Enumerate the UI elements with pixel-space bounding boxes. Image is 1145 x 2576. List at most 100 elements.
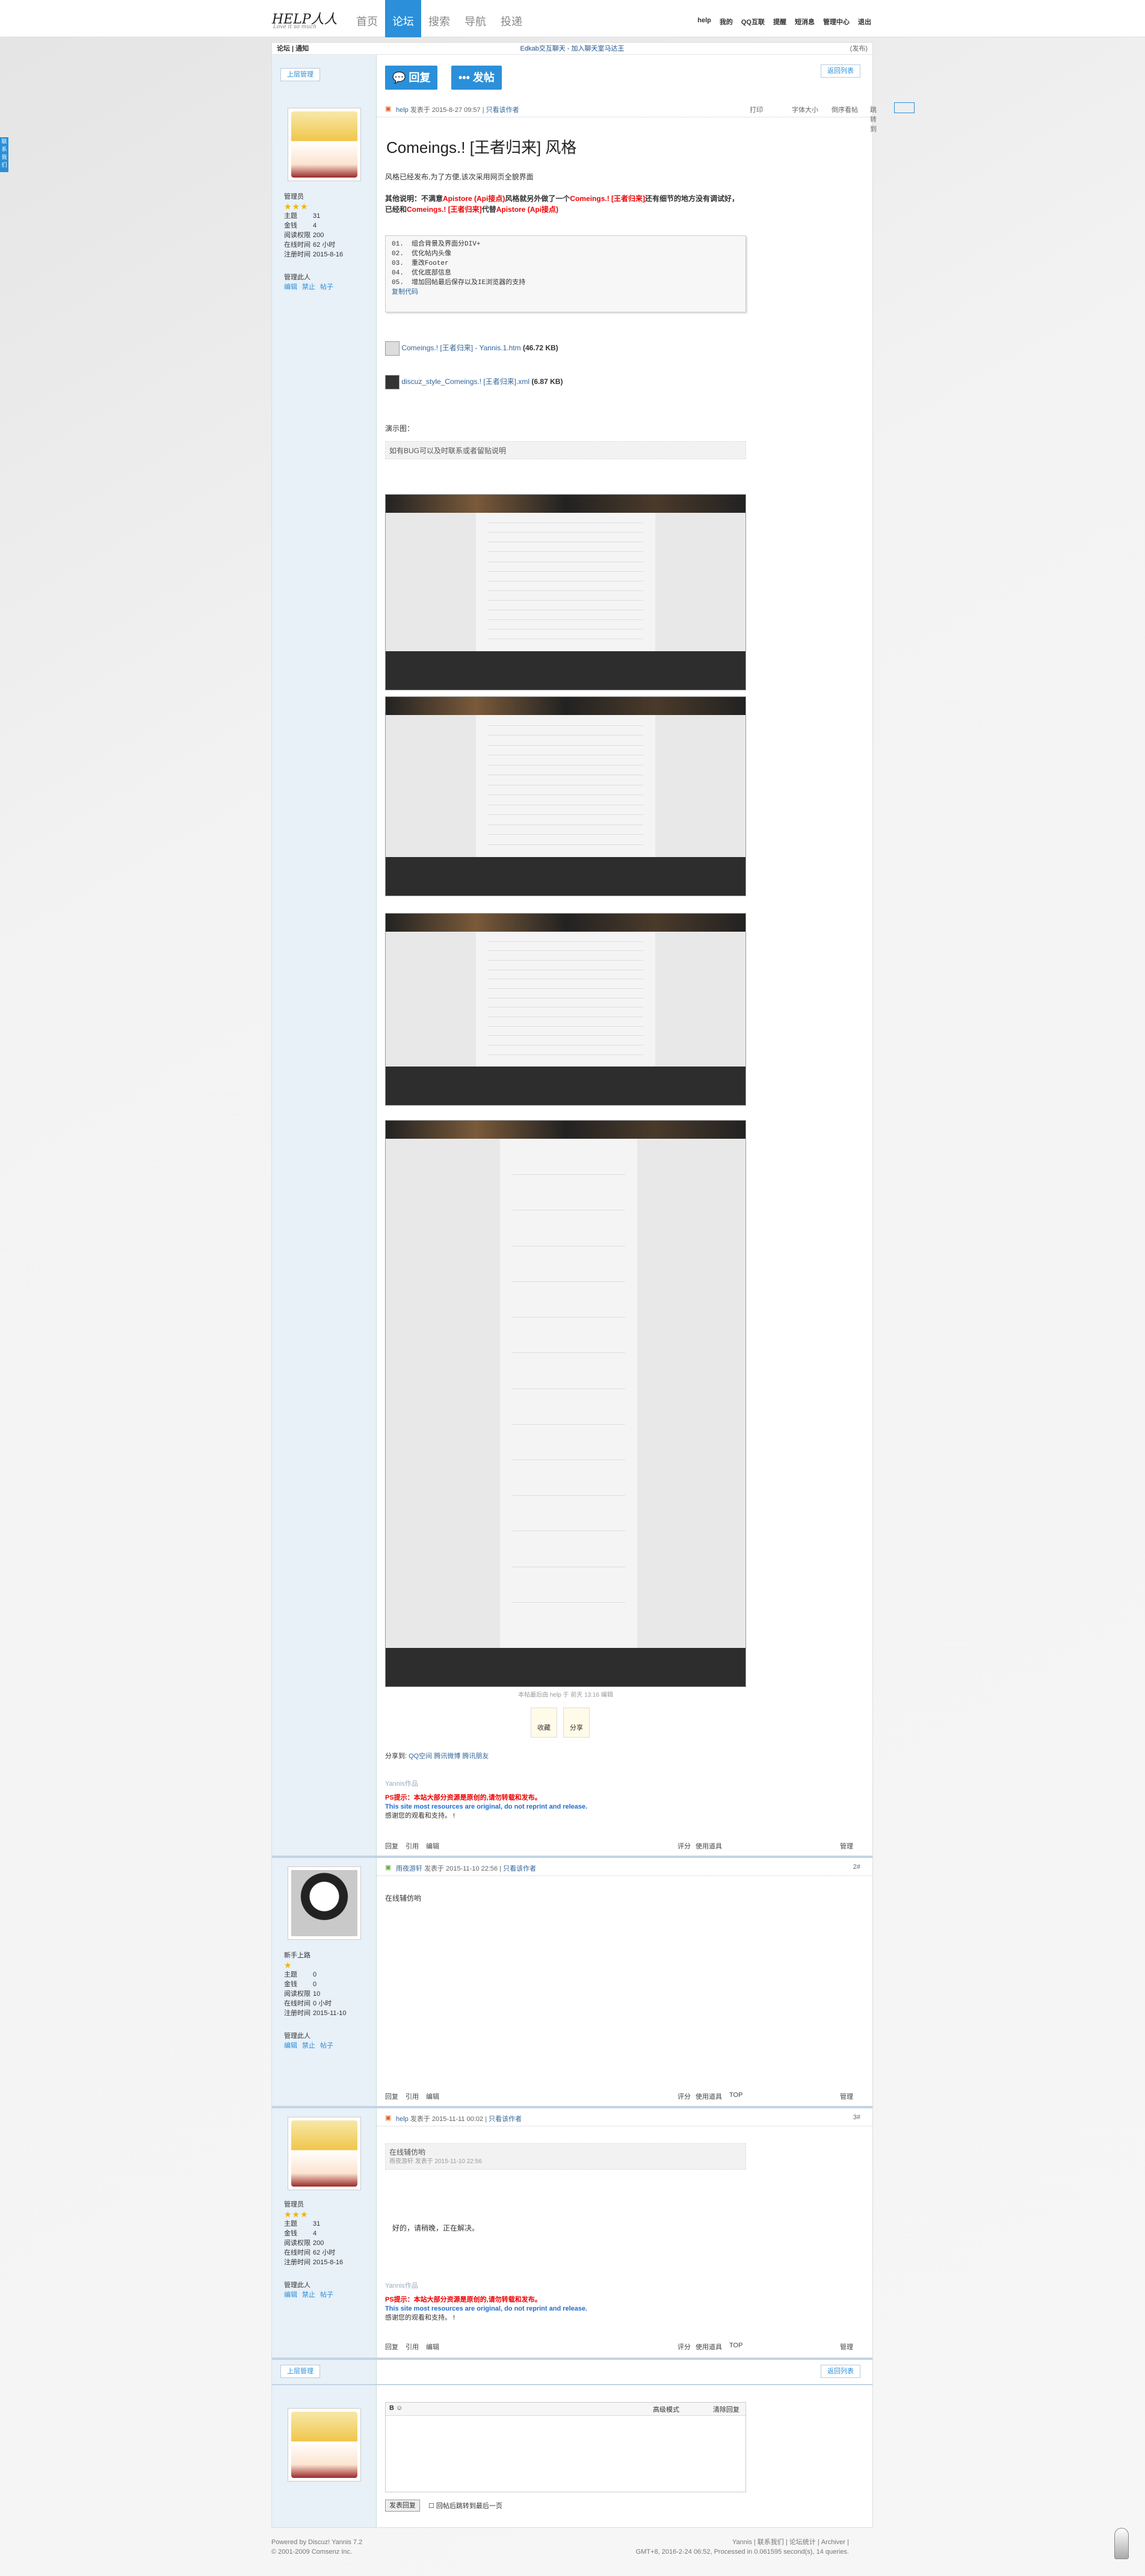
edit-action[interactable]: 编辑: [426, 2093, 439, 2101]
edit-link[interactable]: 编辑: [284, 283, 297, 291]
reply-editor[interactable]: B ☺ 高级模式 清除回复: [385, 2402, 746, 2492]
tools-action[interactable]: 使用道具: [696, 1841, 722, 1851]
clear-reply-link[interactable]: 清除回复: [713, 2404, 739, 2414]
manage-button[interactable]: 上层管理: [280, 68, 320, 81]
author-link[interactable]: help: [396, 2116, 409, 2123]
nav-guide[interactable]: 导航: [457, 0, 493, 37]
rate-action[interactable]: 评分: [677, 1841, 691, 1851]
screenshot-image[interactable]: [385, 494, 746, 690]
posts-link[interactable]: 帖子: [320, 283, 333, 291]
jump-last-checkbox[interactable]: ☐ 回帖后跳转到最后一页: [428, 2501, 502, 2510]
ban-link[interactable]: 禁止: [302, 283, 315, 291]
reply-action[interactable]: 回复: [385, 2093, 398, 2101]
advanced-mode-link[interactable]: 高级模式: [653, 2404, 679, 2414]
submit-reply-button[interactable]: 发表回复: [385, 2500, 420, 2512]
rate-action[interactable]: 评分: [677, 2342, 691, 2352]
tools-action[interactable]: 使用道具: [696, 2091, 722, 2101]
return-list-button[interactable]: 返回列表: [821, 64, 860, 78]
share-tfriend[interactable]: 腾讯朋友: [462, 1753, 489, 1760]
tools-action[interactable]: 使用道具: [696, 2342, 722, 2352]
reply-button[interactable]: 💬 回复: [385, 66, 438, 90]
favorite-button[interactable]: 收藏: [531, 1708, 557, 1738]
my-link[interactable]: 我的: [720, 17, 733, 26]
floor-number[interactable]: 2#: [853, 1863, 860, 1871]
avatar[interactable]: [288, 2408, 361, 2482]
screenshot-image[interactable]: [385, 696, 746, 896]
user-role: 管理员: [284, 2201, 304, 2208]
back-to-top-rocket-icon[interactable]: [1114, 2528, 1129, 2559]
quote-action[interactable]: 引用: [406, 1843, 419, 1850]
nav-submit[interactable]: 投递: [493, 0, 529, 37]
author-link[interactable]: 雨夜游轩: [396, 1865, 422, 1872]
rate-action[interactable]: 评分: [677, 2091, 691, 2101]
editor-toolbar: B ☺ 高级模式 清除回复: [386, 2403, 745, 2416]
manage-action[interactable]: 管理: [840, 1841, 853, 1851]
reply-action[interactable]: 回复: [385, 1843, 398, 1850]
nav-search[interactable]: 搜索: [421, 0, 457, 37]
logout-link[interactable]: 退出: [858, 17, 871, 26]
notice-right[interactable]: (发布): [850, 43, 868, 55]
quote-action[interactable]: 引用: [406, 2344, 419, 2351]
admin-link[interactable]: 管理中心: [823, 17, 850, 26]
screenshot-row: [512, 1281, 625, 1282]
floor-number[interactable]: 3#: [853, 2114, 860, 2121]
return-list-button[interactable]: 返回列表: [821, 2365, 860, 2378]
attachment-link[interactable]: Comeings.! [王者归来] - Yannis.1.htm: [401, 344, 520, 352]
user-info: 新手上路 ★ 主题 0 金钱 0 阅读权限 10 在线时间 0 小时 注册时间 2015-…: [284, 1951, 368, 2051]
screenshot-image[interactable]: [385, 913, 746, 1106]
ban-link[interactable]: 禁止: [302, 2042, 315, 2049]
top-action[interactable]: TOP: [729, 2091, 742, 2099]
site-logo[interactable]: HELP人人 Love it so much: [272, 8, 338, 30]
signature: Yannis作品 PS提示：本站大部分资源是原创的,请勿转载和发布。 This …: [385, 1780, 588, 1819]
side-contact-tab[interactable]: 联系我们: [0, 137, 8, 172]
remind-link[interactable]: 提醒: [773, 17, 786, 26]
user-link[interactable]: help: [697, 17, 711, 26]
post-actions: 回复 引用 编辑 评分 使用道具 管理: [385, 1841, 860, 1853]
post-intro: 风格已经发布,为了方便,该次采用网页全貌界面: [385, 173, 534, 181]
author-link[interactable]: help: [396, 107, 409, 114]
ban-link[interactable]: 禁止: [302, 2291, 315, 2299]
post-meta: ▣ help 发表于 2015-11-11 00:02 | 只看该作者 3#: [377, 2108, 872, 2126]
smile-icon[interactable]: ☺: [396, 2404, 403, 2412]
footer-gmt: GMT+8, 2016-2-24 06:52, Processed in 0.0…: [635, 2548, 849, 2556]
copy-code-link[interactable]: 复制代码: [392, 289, 418, 296]
edit-action[interactable]: 编辑: [426, 2344, 439, 2351]
share-qzone[interactable]: QQ空间: [409, 1753, 432, 1760]
edit-link[interactable]: 编辑: [284, 2291, 297, 2299]
manage-button[interactable]: 上层管理: [280, 2365, 320, 2378]
nav-home[interactable]: 首页: [349, 0, 385, 37]
edit-link[interactable]: 编辑: [284, 2042, 297, 2049]
manage-action[interactable]: 管理: [840, 2342, 853, 2352]
edit-action[interactable]: 编辑: [426, 1843, 439, 1850]
screenshot-image[interactable]: [385, 1120, 746, 1687]
jump-input[interactable]: [894, 102, 915, 113]
manage-action[interactable]: 管理: [840, 2091, 853, 2101]
footer-links[interactable]: Yannis | 联系我们 | 论坛统计 | Archiver |: [636, 2537, 849, 2547]
qq-link[interactable]: QQ互联: [741, 17, 765, 26]
new-post-button[interactable]: ••• 发帖: [451, 66, 502, 90]
posts-link[interactable]: 帖子: [320, 2042, 333, 2049]
share-button[interactable]: 分享: [563, 1708, 590, 1738]
only-author-link[interactable]: 只看该作者: [486, 107, 519, 114]
avatar[interactable]: [288, 108, 361, 181]
reply-quote: 在线辅仿哟 雨夜游轩 发表于 2015-11-10 22:56: [385, 2143, 746, 2170]
posts-link[interactable]: 帖子: [320, 2291, 333, 2299]
attachment-link[interactable]: discuz_style_Comeings.! [王者归来].xml: [401, 377, 529, 386]
reply-action[interactable]: 回复: [385, 2344, 398, 2351]
avatar[interactable]: [288, 2117, 361, 2190]
only-author-link[interactable]: 只看该作者: [489, 2116, 522, 2123]
pm-link[interactable]: 短消息: [795, 17, 815, 26]
notice-text[interactable]: Edkab交互聊天 - 加入聊天室马达王: [272, 43, 872, 55]
print-link[interactable]: 打印: [750, 105, 763, 114]
top-action[interactable]: TOP: [729, 2342, 742, 2349]
font-size-link[interactable]: 字体大小: [792, 105, 818, 114]
quote-action[interactable]: 引用: [406, 2093, 419, 2101]
reverse-link[interactable]: 倒序看帖: [832, 105, 858, 114]
avatar[interactable]: [288, 1866, 361, 1940]
share-tweibo[interactable]: 腾讯微博: [434, 1753, 460, 1760]
screenshot-row: [488, 814, 643, 816]
nav-forum[interactable]: 论坛: [385, 0, 421, 37]
only-author-link[interactable]: 只看该作者: [503, 1865, 536, 1872]
post-actions: 回复 引用 编辑 评分 使用道具 TOP 管理: [385, 2091, 860, 2104]
bold-icon[interactable]: B: [389, 2404, 394, 2412]
